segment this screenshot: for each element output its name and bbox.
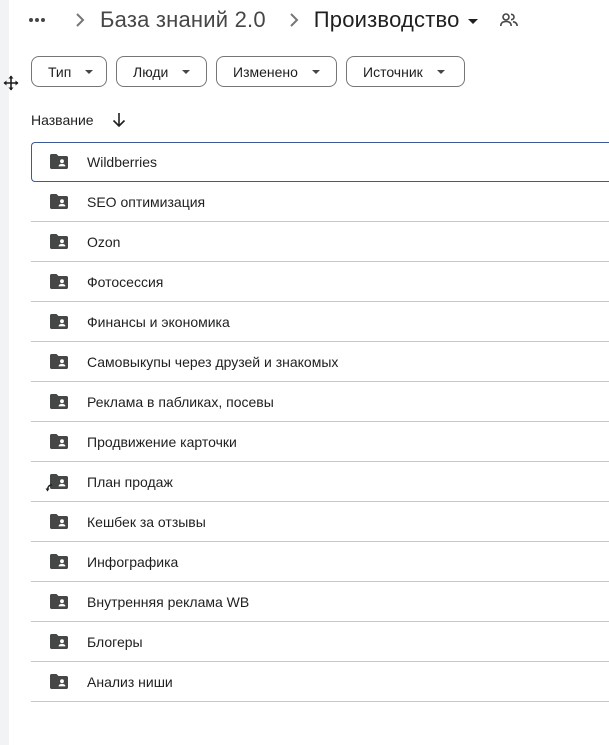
drive-folder-view: База знаний 2.0 Производство Тип Люди Из… bbox=[0, 0, 609, 745]
more-horiz-icon[interactable] bbox=[26, 9, 48, 31]
filter-people-label: Люди bbox=[133, 63, 169, 80]
folder-name: Фотосессия bbox=[87, 273, 164, 290]
filter-source-label: Источник bbox=[363, 63, 423, 80]
caret-down-icon bbox=[436, 69, 445, 74]
caret-down-icon bbox=[311, 69, 320, 74]
list-item[interactable]: Ozon bbox=[31, 222, 609, 262]
breadcrumb: База знаний 2.0 Производство bbox=[26, 4, 518, 36]
name-column-label: Название bbox=[31, 112, 94, 128]
filter-people-chip[interactable]: Люди bbox=[116, 56, 207, 87]
folder-name: Ozon bbox=[87, 233, 121, 250]
list-item[interactable]: Финансы и экономика bbox=[31, 302, 609, 342]
shared-folder-icon bbox=[50, 394, 68, 409]
filter-source-chip[interactable]: Источник bbox=[346, 56, 465, 87]
folder-name: Блогеры bbox=[87, 633, 143, 650]
shared-folder-icon bbox=[50, 274, 68, 289]
arrow-down-icon[interactable] bbox=[112, 112, 126, 128]
filter-chips: Тип Люди Изменено Источник bbox=[31, 56, 465, 87]
list-item[interactable]: Wildberries bbox=[31, 142, 609, 182]
people-icon[interactable] bbox=[499, 13, 518, 27]
shared-folder-icon bbox=[50, 594, 68, 609]
chevron-right-icon bbox=[68, 8, 92, 32]
shared-folder-icon bbox=[50, 674, 68, 689]
list-item[interactable]: Фотосессия bbox=[31, 262, 609, 302]
shortcut-arrow-icon bbox=[45, 484, 53, 492]
folder-name: Самовыкупы через друзей и знакомых bbox=[87, 353, 339, 370]
caret-down-icon bbox=[467, 18, 478, 24]
chevron-right-icon bbox=[282, 8, 306, 32]
folder-name: SEO оптимизация bbox=[87, 193, 206, 210]
folder-name: Инфографика bbox=[87, 553, 179, 570]
move-cursor-icon bbox=[3, 75, 19, 91]
list-item[interactable]: Реклама в пабликах, посевы bbox=[31, 382, 609, 422]
shared-folder-icon bbox=[50, 234, 68, 249]
shared-folder-icon bbox=[50, 434, 68, 449]
filter-modified-label: Изменено bbox=[233, 63, 298, 80]
list-item[interactable]: Самовыкупы через друзей и знакомых bbox=[31, 342, 609, 382]
caret-down-icon bbox=[85, 69, 94, 74]
filter-type-label: Тип bbox=[48, 63, 72, 80]
folder-list: Wildberries SEO оптимизация Ozon Фотосессия… bbox=[31, 142, 609, 702]
list-item[interactable]: Блогеры bbox=[31, 622, 609, 662]
filter-type-chip[interactable]: Тип bbox=[31, 56, 107, 87]
list-item[interactable]: Внутренняя реклама WB bbox=[31, 582, 609, 622]
breadcrumb-parent[interactable]: База знаний 2.0 bbox=[100, 7, 266, 33]
list-item[interactable]: SEO оптимизация bbox=[31, 182, 609, 222]
name-column-header[interactable]: Название bbox=[31, 112, 126, 128]
caret-down-icon bbox=[182, 69, 191, 74]
current-folder-menu[interactable]: Производство bbox=[314, 7, 478, 33]
list-item[interactable]: Кешбек за отзывы bbox=[31, 502, 609, 542]
folder-name: Финансы и экономика bbox=[87, 313, 230, 330]
folder-name: Продвижение карточки bbox=[87, 433, 237, 450]
list-item[interactable]: Анализ ниши bbox=[31, 662, 609, 702]
filter-modified-chip[interactable]: Изменено bbox=[216, 56, 337, 87]
list-item[interactable]: Инфографика bbox=[31, 542, 609, 582]
folder-name: Реклама в пабликах, посевы bbox=[87, 393, 274, 410]
breadcrumb-current: Производство bbox=[313, 7, 460, 32]
folder-name: Анализ ниши bbox=[87, 673, 173, 690]
shared-folder-icon bbox=[50, 634, 68, 649]
shared-folder-icon bbox=[50, 314, 68, 329]
shared-folder-icon bbox=[50, 514, 68, 529]
list-item[interactable]: Продвижение карточки bbox=[31, 422, 609, 462]
shared-folder-icon bbox=[50, 554, 68, 569]
list-item[interactable]: План продаж bbox=[31, 462, 609, 502]
folder-name: Кешбек за отзывы bbox=[87, 513, 206, 530]
shared-folder-icon bbox=[50, 354, 68, 369]
folder-name: Внутренняя реклама WB bbox=[87, 593, 250, 610]
shared-folder-icon bbox=[50, 194, 68, 209]
folder-name: Wildberries bbox=[87, 154, 158, 170]
folder-name: План продаж bbox=[87, 473, 173, 490]
shared-folder-icon bbox=[50, 154, 68, 169]
